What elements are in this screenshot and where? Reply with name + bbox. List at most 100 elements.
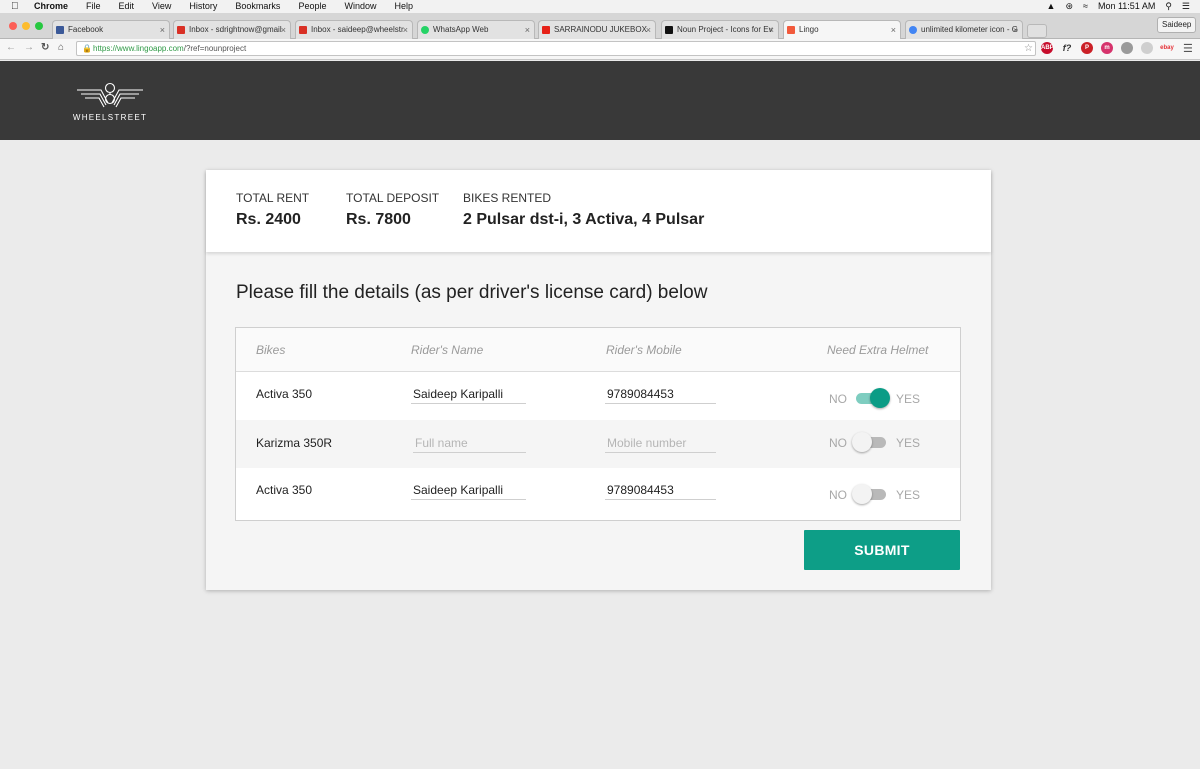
tab-label: SARRAINODU JUKEBOX <box>554 25 647 34</box>
menu-file[interactable]: File <box>86 0 101 13</box>
rider-name-input[interactable] <box>411 384 526 404</box>
network-icon[interactable]: ⊛ <box>1065 0 1073 13</box>
total-rent-label: TOTAL RENT <box>236 191 310 205</box>
mailtrack-icon[interactable]: m <box>1101 42 1113 54</box>
back-icon[interactable]: ← <box>6 42 16 53</box>
bike-model: Activa 350 <box>256 387 313 401</box>
wifi-icon[interactable]: ≈ <box>1083 0 1088 13</box>
spotlight-icon[interactable]: ⚲ <box>1165 0 1172 13</box>
submit-button[interactable]: SUBMIT <box>804 530 960 570</box>
helmet-toggle[interactable] <box>852 432 886 452</box>
close-window-button[interactable] <box>9 22 17 30</box>
adobe-icon[interactable]: ▲ <box>1047 0 1056 13</box>
toggle-knob <box>870 388 890 408</box>
menu-history[interactable]: History <box>189 0 217 13</box>
bookmark-star-icon[interactable]: ☆ <box>1024 42 1033 55</box>
tab-label: Lingo <box>799 25 819 34</box>
noun-project-icon <box>665 26 673 34</box>
ghost-icon[interactable] <box>1121 42 1133 54</box>
tab-whatsapp[interactable]: WhatsApp Web × <box>417 20 535 39</box>
tab-noun-project[interactable]: Noun Project - Icons for Ev × <box>661 20 779 39</box>
menu-chrome[interactable]: Chrome <box>34 0 68 13</box>
pinterest-icon[interactable]: P <box>1081 42 1093 54</box>
toggle-knob <box>852 484 872 504</box>
tab-facebook[interactable]: Facebook × <box>52 20 170 39</box>
close-tab-icon[interactable]: × <box>1013 21 1018 39</box>
rider-name-input[interactable] <box>411 480 526 500</box>
rider-mobile-input[interactable] <box>605 384 716 404</box>
notification-center-icon[interactable]: ☰ <box>1182 0 1190 13</box>
helmet-yes-label: YES <box>896 488 921 502</box>
menu-bookmarks[interactable]: Bookmarks <box>235 0 280 13</box>
close-tab-icon[interactable]: × <box>891 21 896 39</box>
total-deposit-value: Rs. 7800 <box>346 211 411 228</box>
wing-logo-icon <box>77 82 143 108</box>
chrome-menu-icon[interactable]: ☰ <box>1183 42 1193 55</box>
menu-people[interactable]: People <box>298 0 326 13</box>
total-deposit-label: TOTAL DEPOSIT <box>346 191 440 205</box>
booking-card: TOTAL RENT Rs. 2400 TOTAL DEPOSIT Rs. 78… <box>206 170 991 590</box>
bike-model: Activa 350 <box>256 483 313 497</box>
table-row: Activa 350 NO YES <box>236 372 960 420</box>
helmet-yes-label: YES <box>896 392 921 406</box>
brand-name: WHEELSTREET <box>72 113 148 122</box>
url-host: https://www.lingoapp.com <box>93 44 184 53</box>
total-rent-value: Rs. 2400 <box>236 211 301 228</box>
close-tab-icon[interactable]: × <box>525 21 530 39</box>
menu-edit[interactable]: Edit <box>119 0 135 13</box>
apple-icon[interactable]:  <box>11 0 19 13</box>
whatsapp-icon <box>421 26 429 34</box>
total-deposit: TOTAL DEPOSIT Rs. 7800 <box>346 191 439 229</box>
header-bikes: Bikes <box>256 343 286 357</box>
wheelstreet-logo[interactable]: WHEELSTREET <box>71 81 149 125</box>
font-icon[interactable]: f? <box>1061 42 1073 54</box>
reload-icon[interactable]: ↻ <box>41 42 49 53</box>
tab-google-search[interactable]: unlimited kilometer icon - G × <box>905 20 1023 39</box>
rider-mobile-input[interactable] <box>605 480 716 500</box>
tab-label: Inbox - saideep@wheelstr <box>311 25 404 34</box>
toggle-knob <box>852 432 872 452</box>
new-tab-button[interactable] <box>1027 24 1047 38</box>
clock[interactable]: Mon 11:51 AM <box>1098 0 1155 13</box>
header-rider-name: Rider's Name <box>411 343 484 357</box>
youtube-icon <box>542 26 550 34</box>
ebay-icon[interactable]: ebay <box>1159 42 1175 54</box>
tab-lingo[interactable]: Lingo × <box>783 20 901 40</box>
url-path: /?ref=nounproject <box>183 44 247 53</box>
rider-mobile-input[interactable] <box>605 433 716 453</box>
address-bar[interactable]: 🔒 https://www.lingoapp.com/?ref=nounproj… <box>76 41 1036 56</box>
close-tab-icon[interactable]: × <box>281 21 286 39</box>
bikes-rented-value: 2 Pulsar dst-i, 3 Activa, 4 Pulsar <box>463 211 705 228</box>
menu-window[interactable]: Window <box>344 0 376 13</box>
menu-view[interactable]: View <box>152 0 171 13</box>
tab-label: Inbox - sdrightnow@gmail <box>189 25 282 34</box>
close-tab-icon[interactable]: × <box>160 21 165 39</box>
profile-button[interactable]: Saideep <box>1157 17 1197 33</box>
gmail-icon <box>299 26 307 34</box>
tab-gmail-saideep[interactable]: Inbox - saideep@wheelstr × <box>295 20 413 39</box>
status-menus: ▲ ⊛ ≈ Mon 11:51 AM ⚲ ☰ <box>1037 0 1190 13</box>
minimize-window-button[interactable] <box>22 22 30 30</box>
home-icon[interactable]: ⌂ <box>58 42 64 53</box>
form-instructions: Please fill the details (as per driver's… <box>236 282 708 303</box>
gmail-icon <box>177 26 185 34</box>
close-tab-icon[interactable]: × <box>403 21 408 39</box>
helmet-toggle[interactable] <box>854 388 890 408</box>
tab-label: Noun Project - Icons for Ev <box>677 25 773 34</box>
tab-youtube[interactable]: SARRAINODU JUKEBOX × <box>538 20 656 39</box>
close-tab-icon[interactable]: × <box>769 21 774 39</box>
rider-name-input[interactable] <box>413 433 526 453</box>
table-row: Activa 350 NO YES <box>236 468 960 520</box>
helmet-no-label: NO <box>829 392 847 406</box>
bike-model: Karizma 350R <box>256 436 333 450</box>
helmet-toggle[interactable] <box>852 484 886 504</box>
forward-icon[interactable]: → <box>24 42 34 53</box>
total-rent: TOTAL RENT Rs. 2400 <box>236 191 309 229</box>
google-icon <box>909 26 917 34</box>
ship-icon[interactable] <box>1141 42 1153 54</box>
zoom-window-button[interactable] <box>35 22 43 30</box>
tab-gmail-sdrightnow[interactable]: Inbox - sdrightnow@gmail × <box>173 20 291 39</box>
adblock-icon[interactable]: ABP <box>1041 42 1054 54</box>
close-tab-icon[interactable]: × <box>646 21 651 39</box>
menu-help[interactable]: Help <box>394 0 413 13</box>
